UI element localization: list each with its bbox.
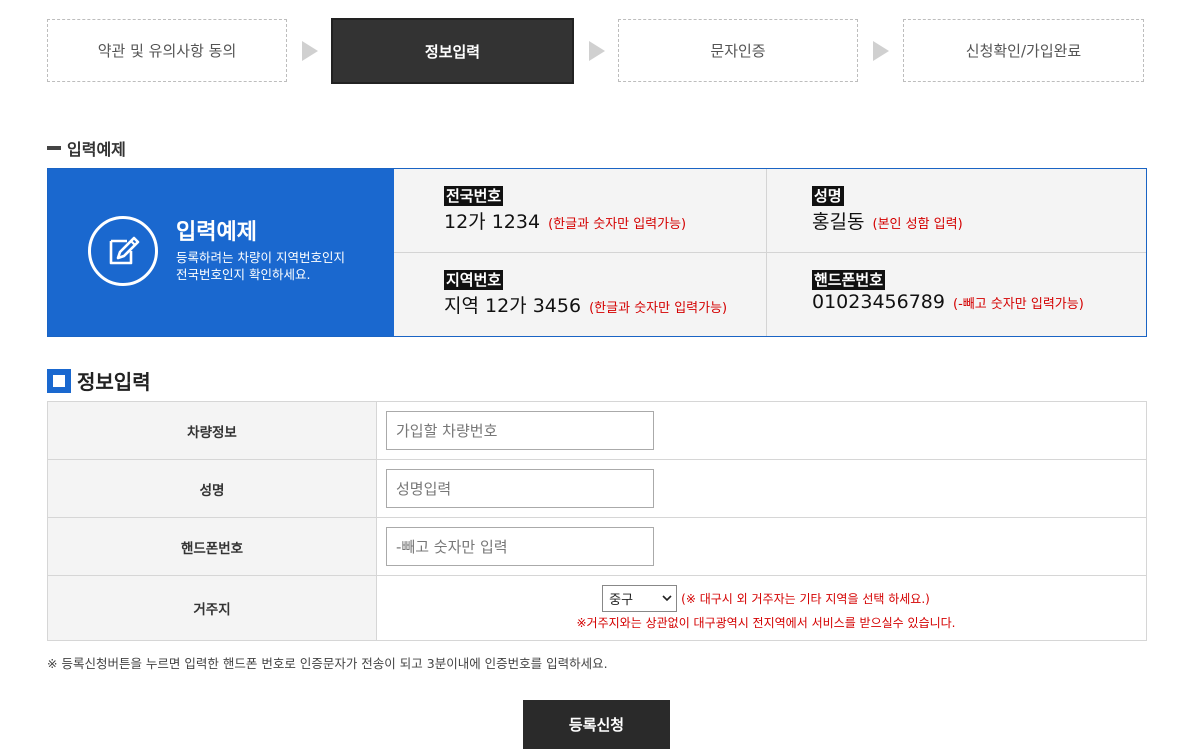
example-cell-label: 지역번호	[444, 269, 504, 290]
dash-icon	[47, 146, 61, 150]
example-cell-label: 전국번호	[444, 186, 504, 206]
chevron-down-icon	[662, 591, 672, 606]
example-box: 입력예제 등록하려는 차량이 지역번호인지 전국번호인지 확인하세요. 전국번호…	[47, 168, 1147, 337]
address-cell: 중구 (※ 대구시 외 거주자는 기타 지역을 선택 하세요.) ※거주지와는 …	[377, 576, 1147, 640]
example-cell-note: (-빼고 숫자만 입력가능)	[953, 296, 1084, 312]
example-cell-value-line: 홍길동 (본인 성함 입력)	[812, 207, 1146, 234]
step-indicator: 약관 및 유의사항 동의 정보입력 문자인증 신청확인/가입완료	[47, 18, 1144, 84]
form-row-name: 성명	[47, 460, 1147, 518]
address-selected-value: 중구	[609, 593, 634, 608]
example-desc-line: 전국번호인지 확인하세요.	[176, 267, 311, 282]
step-arrow-icon	[589, 41, 605, 61]
address-label: 거주지	[47, 576, 377, 640]
pencil-edit-icon	[88, 216, 158, 286]
step-sms-auth: 문자인증	[618, 19, 858, 82]
example-cell-name: 성명 홍길동 (본인 성함 입력)	[767, 169, 1146, 253]
example-cell-value: 지역 12가 3456	[444, 294, 582, 317]
example-cell-note: (한글과 숫자만 입력가능)	[589, 300, 728, 316]
step-label: 약관 및 유의사항 동의	[97, 42, 237, 60]
example-cell-value-line: 01023456789 (-빼고 숫자만 입력가능)	[812, 291, 1146, 313]
form-row-phone: 핸드폰번호	[47, 518, 1147, 576]
form-heading-text: 정보입력	[77, 370, 151, 394]
example-cell-label: 성명	[812, 186, 844, 206]
step-label: 문자인증	[710, 42, 766, 60]
example-intro-panel: 입력예제 등록하려는 차량이 지역번호인지 전국번호인지 확인하세요.	[48, 169, 394, 336]
info-form: 차량정보 성명 핸드폰번호 거주지 중구 (※ 대구시 외 거주자는 기	[47, 401, 1147, 641]
example-title: 입력예제	[176, 220, 257, 245]
example-cell-label: 핸드폰번호	[812, 269, 886, 290]
phone-cell	[377, 518, 1147, 575]
square-bullet-icon	[47, 368, 71, 393]
form-row-address: 거주지 중구 (※ 대구시 외 거주자는 기타 지역을 선택 하세요.) ※거주…	[47, 576, 1147, 641]
name-input[interactable]	[386, 469, 654, 508]
example-cell-value-line: 12가 1234 (한글과 숫자만 입력가능)	[444, 207, 766, 234]
example-desc-line: 등록하려는 차량이 지역번호인지	[176, 250, 345, 265]
step-label: 정보입력	[424, 42, 481, 61]
vehicle-label: 차량정보	[47, 402, 377, 459]
name-label: 성명	[47, 460, 377, 517]
phone-input[interactable]	[386, 527, 654, 566]
address-select-line: 중구 (※ 대구시 외 거주자는 기타 지역을 선택 하세요.)	[602, 585, 930, 612]
register-button[interactable]: 등록신청	[523, 700, 670, 749]
example-section-heading: 입력예제	[47, 136, 126, 160]
example-cell-value-line: 지역 12가 3456 (한글과 숫자만 입력가능)	[444, 291, 766, 318]
submit-notice: ※ 등록신청버튼을 누르면 입력한 핸드폰 번호로 인증문자가 전송이 되고 3…	[47, 656, 608, 671]
example-grid: 전국번호 12가 1234 (한글과 숫자만 입력가능) 성명 홍길동 (본인 …	[394, 169, 1146, 336]
form-row-vehicle: 차량정보	[47, 402, 1147, 460]
example-description: 등록하려는 차량이 지역번호인지 전국번호인지 확인하세요.	[176, 249, 345, 283]
step-arrow-icon	[873, 41, 889, 61]
name-cell	[377, 460, 1147, 517]
example-cell-note: (본인 성함 입력)	[872, 217, 963, 232]
phone-label: 핸드폰번호	[47, 518, 377, 575]
example-cell-value: 12가 1234	[444, 211, 541, 233]
vehicle-number-input[interactable]	[386, 411, 654, 450]
example-cell-note: (한글과 숫자만 입력가능)	[548, 217, 687, 232]
step-info-input: 정보입력	[331, 18, 574, 84]
address-service-note: ※거주지와는 상관없이 대구광역시 전지역에서 서비스를 받으실수 있습니다.	[576, 616, 956, 630]
form-section-heading: 정보입력	[47, 366, 151, 395]
step-confirm: 신청확인/가입완료	[903, 19, 1144, 82]
example-cell-national-number: 전국번호 12가 1234 (한글과 숫자만 입력가능)	[394, 169, 767, 253]
step-arrow-icon	[302, 41, 318, 61]
example-cell-value: 01023456789	[812, 290, 945, 313]
example-heading-text: 입력예제	[67, 140, 126, 159]
example-cell-value: 홍길동	[812, 211, 865, 233]
address-select[interactable]: 중구	[602, 585, 678, 612]
example-cell-phone: 핸드폰번호 01023456789 (-빼고 숫자만 입력가능)	[767, 253, 1146, 337]
step-label: 신청확인/가입완료	[965, 42, 1082, 60]
step-terms: 약관 및 유의사항 동의	[47, 19, 287, 82]
address-note: (※ 대구시 외 거주자는 기타 지역을 선택 하세요.)	[681, 592, 930, 606]
vehicle-cell	[377, 402, 1147, 459]
example-cell-regional-number: 지역번호 지역 12가 3456 (한글과 숫자만 입력가능)	[394, 252, 767, 336]
